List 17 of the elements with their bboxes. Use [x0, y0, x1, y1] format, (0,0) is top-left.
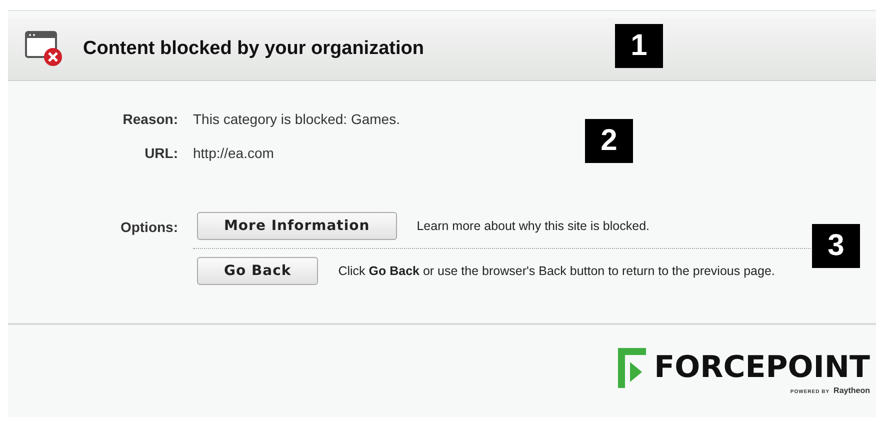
logo-brand: Raytheon — [834, 386, 870, 394]
logo-icon — [618, 348, 648, 388]
field-value: This category is blocked: Games. — [193, 111, 401, 127]
logo-wordmark: FORCEPOINT — [654, 350, 870, 385]
field-value: http://ea.com — [193, 145, 275, 161]
option-button[interactable]: Go Back — [197, 257, 318, 285]
page-title: Content blocked by your organization — [83, 38, 424, 60]
callout-number: 2 — [585, 119, 633, 163]
option-description: Click Go Back or use the browser's Back button to return to the previous page. — [338, 264, 775, 278]
options-label: Options: — [119, 218, 178, 235]
blocked-window-icon — [25, 31, 65, 67]
field-label: Reason: — [122, 111, 178, 127]
callout-number: 3 — [812, 224, 860, 268]
callout-number: 1 — [615, 24, 663, 68]
option-button[interactable]: More Information — [197, 212, 397, 240]
field-label: URL: — [144, 145, 178, 161]
option-description: Learn more about why this site is blocked. — [416, 219, 650, 233]
